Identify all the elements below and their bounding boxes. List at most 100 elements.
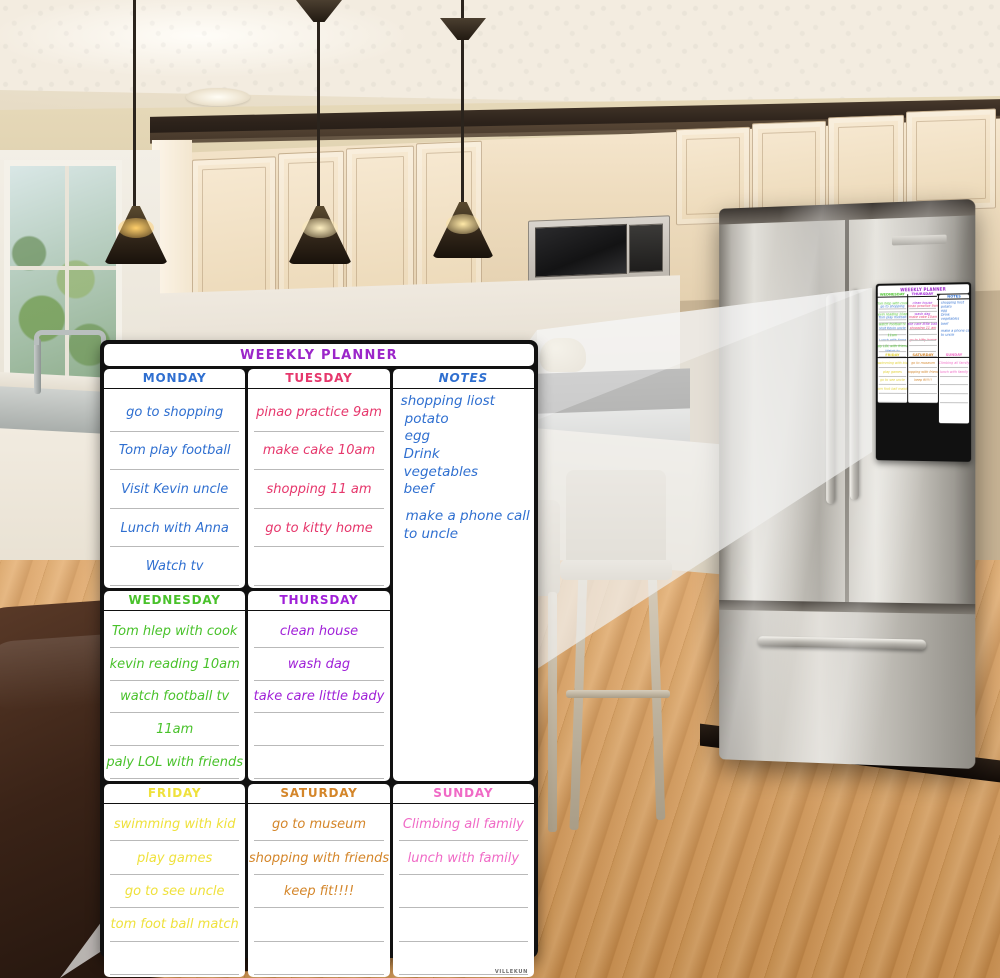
entry[interactable]: Climbing all family (399, 808, 528, 841)
entry[interactable]: keep fit!!!! (909, 377, 937, 386)
entry[interactable] (399, 875, 528, 908)
entry[interactable]: shopping 11 am (254, 470, 383, 509)
entry[interactable] (254, 547, 383, 586)
note-item[interactable]: make a phone call (401, 508, 530, 525)
entry[interactable] (254, 942, 383, 975)
day-body-tuesday[interactable]: pinao practice 9am make cake 10am shoppi… (248, 389, 389, 588)
day-cell-thursday[interactable]: THURSDAY clean house wash dag take care … (248, 591, 390, 781)
notes-cell[interactable]: NOTES shopping liost potato egg Drink ve… (392, 369, 534, 781)
entry[interactable]: play games (110, 841, 239, 874)
day-body-saturday[interactable]: go to museum shopping with friends keep … (248, 804, 389, 977)
entry[interactable]: pinao practice 9am (254, 393, 383, 432)
planner-col-saturday: SATURDAY go to museum shopping with frie… (908, 352, 938, 404)
planner-zoomed-view[interactable]: WEEEKLY PLANNER MONDAY go to shopping To… (100, 340, 538, 977)
entry[interactable] (399, 908, 528, 941)
planner-on-fridge[interactable]: WEEEKLY PLANNER MONDAY go to shopping To… (875, 282, 972, 462)
day-cell-saturday[interactable]: SATURDAY go to museum shopping with frie… (908, 352, 938, 404)
note-item[interactable]: beef (401, 482, 526, 498)
entry[interactable]: wash dag (909, 309, 936, 320)
entry[interactable]: shopping with friends (249, 841, 389, 874)
day-cell-wednesday[interactable]: WEDNESDAY Tom hlep with cook kevin readi… (104, 591, 246, 781)
day-body-saturday[interactable]: go to museum shopping with friends keep … (908, 358, 938, 404)
entry[interactable] (254, 908, 383, 941)
entry[interactable]: swimming with kid (878, 359, 907, 368)
entry[interactable]: kevin reading 10am (110, 648, 240, 681)
entry[interactable]: Watch tv (110, 547, 239, 586)
day-body-wednesday[interactable]: Tom hlep with cook kevin reading 10am wa… (104, 611, 245, 781)
entry[interactable]: tom foot ball match (878, 385, 907, 394)
entry[interactable]: Lunch with Anna (110, 509, 239, 548)
day-cell-sunday[interactable]: SUNDAY Climbing all family lunch with fa… (392, 784, 534, 977)
entry[interactable] (909, 341, 936, 352)
entry[interactable]: shopping with friends (908, 368, 938, 377)
day-body-sunday[interactable]: Climbing all family lunch with family VI… (393, 804, 534, 977)
entry[interactable]: go to shopping (110, 393, 239, 432)
note-item[interactable]: beef (941, 321, 967, 325)
entry[interactable]: tom foot ball match (110, 908, 239, 941)
entry[interactable] (909, 385, 937, 394)
note-item[interactable]: shopping liost (401, 393, 526, 410)
entry[interactable]: go to see uncle (110, 875, 239, 908)
entry[interactable] (909, 330, 936, 341)
entry[interactable]: clean house (909, 298, 936, 309)
notes-list: shopping liost potato egg Drink vegetabl… (941, 300, 969, 337)
day-body-sunday[interactable]: Climbing all family lunch with family (939, 358, 969, 404)
entry[interactable] (940, 394, 968, 403)
entry[interactable] (254, 746, 383, 779)
entry[interactable]: watch football tv (110, 681, 239, 714)
entry[interactable]: Tom hlep with cook (110, 615, 239, 648)
entry[interactable]: take care little bady (254, 681, 385, 714)
entry[interactable] (909, 394, 937, 403)
entry[interactable] (110, 942, 239, 975)
day-cell-thursday[interactable]: THURSDAY clean house wash dag take care … (907, 291, 938, 353)
entry[interactable]: Visit Kevin uncle (110, 470, 239, 509)
entry[interactable]: wash dag (254, 648, 383, 681)
entry[interactable]: keep fit!!!! (254, 875, 383, 908)
entry[interactable]: go to museum (909, 359, 937, 368)
note-item[interactable]: Drink (401, 446, 526, 463)
entry[interactable]: go to see uncle (879, 377, 906, 386)
entry[interactable]: clean house (254, 615, 383, 648)
day-cell-wednesday[interactable]: WEDNESDAY Tom hlep with cook kevin readi… (877, 292, 907, 353)
entry[interactable] (940, 377, 968, 386)
day-cell-sunday[interactable]: SUNDAY Climbing all family lunch with fa… (938, 352, 970, 404)
day-body-friday[interactable]: swimming with kid play games go to see u… (104, 804, 245, 977)
entry[interactable]: Tom play football (110, 432, 239, 471)
entry[interactable]: make cake 10am (254, 432, 383, 471)
day-cell-friday[interactable]: FRIDAY swimming with kid play games go t… (877, 353, 908, 403)
notes-body[interactable]: shopping liost potato egg Drink vegetabl… (393, 389, 534, 781)
entry[interactable]: go to museum (254, 808, 383, 841)
day-cell-saturday[interactable]: SATURDAY go to museum shopping with frie… (248, 784, 390, 977)
entry[interactable]: paly LOL with friends (106, 746, 243, 779)
note-item[interactable]: potato (401, 411, 526, 428)
day-cell-tuesday[interactable]: TUESDAY pinao practice 9am make cake 10a… (248, 369, 390, 588)
entry[interactable] (879, 394, 906, 403)
entry[interactable]: take care little bady (908, 319, 937, 330)
note-item[interactable]: egg (401, 429, 526, 445)
entry[interactable]: go to kitty home (254, 509, 383, 548)
day-cell-monday[interactable]: MONDAY go to shopping Tom play football … (104, 369, 246, 588)
entry[interactable]: 11am (110, 713, 239, 746)
entry[interactable]: kevin reading 10am (878, 309, 907, 320)
entry[interactable]: swimming with kid (110, 808, 239, 841)
pendant-light-cord (317, 0, 320, 210)
day-cell-friday[interactable]: FRIDAY swimming with kid play games go t… (104, 784, 246, 977)
entry[interactable] (940, 385, 968, 394)
note-item[interactable]: vegetables (401, 464, 526, 481)
entry[interactable]: 11am (879, 331, 906, 342)
entry[interactable]: play games (879, 368, 906, 377)
entry[interactable]: lunch with family (940, 368, 968, 377)
entry[interactable] (254, 713, 383, 746)
day-body-monday[interactable]: go to shopping Tom play football Visit K… (104, 389, 245, 588)
entry[interactable]: watch football tv (879, 320, 906, 331)
entry[interactable]: lunch with family (399, 841, 528, 874)
day-body-thursday[interactable]: clean house wash dag take care little ba… (248, 611, 389, 781)
note-item[interactable]: to uncle (941, 332, 967, 337)
note-item[interactable]: to uncle (401, 526, 526, 543)
day-body-thursday[interactable]: clean house wash dag take care little ba… (908, 297, 937, 353)
day-body-friday[interactable]: swimming with kid play games go to see u… (878, 358, 907, 403)
entry[interactable]: Tom hlep with cook (878, 298, 907, 309)
entry[interactable]: Climbing all family (939, 359, 969, 368)
day-body-wednesday[interactable]: Tom hlep with cook kevin reading 10am wa… (878, 297, 907, 353)
entry[interactable]: paly LOL with friends (878, 341, 907, 352)
